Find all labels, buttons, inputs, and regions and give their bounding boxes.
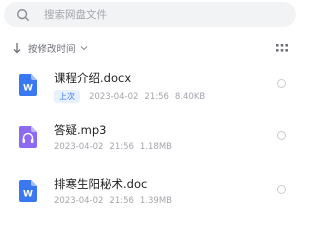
file-date: 2023-04-02	[54, 142, 104, 152]
audio-file-icon	[19, 126, 37, 148]
grid-view-icon[interactable]	[276, 44, 288, 52]
sort-label[interactable]: 按修改时间	[28, 41, 76, 55]
chevron-down-icon[interactable]	[80, 45, 88, 51]
sort-down-arrow-icon[interactable]	[12, 42, 22, 54]
search-bar[interactable]: 搜索网盘文件	[4, 2, 296, 27]
file-row[interactable]: W 排寒生阳秘术.doc 2023-04-02 21:56 1.39MB	[0, 174, 300, 218]
file-time: 21:56	[109, 142, 134, 152]
file-meta: 2023-04-02 21:56 1.18MB	[54, 142, 172, 152]
select-radio[interactable]	[277, 79, 286, 88]
file-meta: 2023-04-02 21:56 1.39MB	[54, 196, 172, 206]
select-radio[interactable]	[277, 131, 286, 140]
word-doc-icon: W	[19, 74, 37, 96]
svg-text:W: W	[23, 190, 33, 200]
file-size: 1.18MB	[139, 142, 172, 152]
search-icon	[17, 8, 29, 21]
select-radio[interactable]	[277, 185, 286, 194]
file-meta: 上次 2023-04-02 21:56 8.40KB	[54, 90, 205, 103]
sort-bar: 按修改时间	[12, 40, 288, 56]
search-input[interactable]: 搜索网盘文件	[44, 7, 107, 22]
file-size: 8.40KB	[174, 91, 206, 102]
file-size: 1.39MB	[139, 196, 172, 206]
file-name: 课程介绍.docx	[54, 71, 132, 85]
file-row[interactable]: W 课程介绍.docx 上次 2023-04-02 21:56 8.40KB	[0, 68, 300, 112]
file-date: 2023-04-02	[54, 196, 104, 206]
svg-text:W: W	[23, 84, 33, 94]
file-name: 排寒生阳秘术.doc	[54, 177, 148, 191]
word-doc-icon: W	[19, 180, 37, 202]
file-time: 21:56	[144, 91, 169, 102]
file-row[interactable]: 答疑.mp3 2023-04-02 21:56 1.18MB	[0, 120, 300, 164]
file-name: 答疑.mp3	[54, 123, 107, 137]
file-date: 2023-04-02	[89, 91, 139, 102]
last-opened-badge: 上次	[54, 90, 80, 103]
file-time: 21:56	[109, 196, 134, 206]
